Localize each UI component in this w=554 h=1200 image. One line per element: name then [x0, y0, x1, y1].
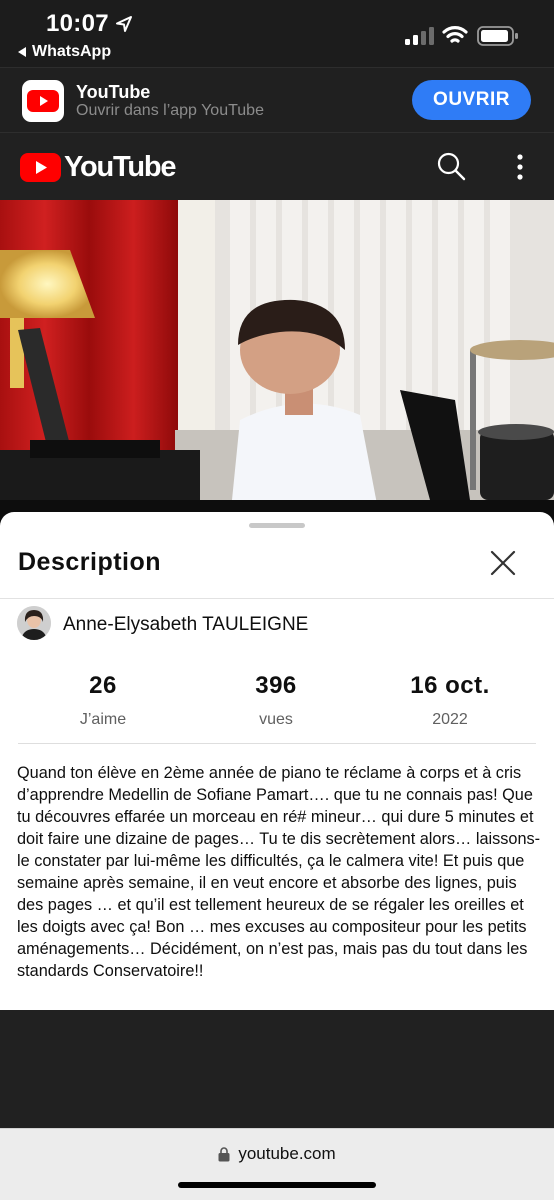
url-display[interactable]: youtube.com — [0, 1144, 554, 1164]
drag-handle[interactable] — [249, 523, 305, 528]
back-to-app-link[interactable]: WhatsApp — [18, 43, 111, 61]
url-text: youtube.com — [238, 1144, 336, 1163]
stat-date: 16 oct. 2022 — [370, 672, 530, 729]
stat-value: 26 — [89, 672, 117, 699]
youtube-wordmark: YouTube — [64, 151, 177, 183]
avatar[interactable] — [17, 606, 51, 640]
back-arrow-icon — [18, 47, 26, 57]
video-player[interactable] — [0, 200, 554, 520]
browser-url-bar[interactable]: youtube.com — [0, 1128, 554, 1200]
smart-app-banner: YouTube Ouvrir dans l’app YouTube OUVRIR — [0, 67, 554, 132]
youtube-logo[interactable]: YouTube — [20, 151, 177, 184]
close-icon[interactable] — [488, 548, 518, 578]
description-text: Quand ton élève en 2ème année de piano t… — [17, 764, 541, 980]
youtube-play-icon — [20, 153, 61, 182]
stat-value: 16 oct. — [410, 672, 490, 699]
header-divider — [0, 598, 554, 599]
more-vert-icon[interactable] — [508, 153, 532, 181]
sheet-title: Description — [18, 548, 162, 576]
status-bar: 10:07 WhatsApp — [0, 0, 554, 67]
banner-subtitle: Ouvrir dans l’app YouTube — [76, 102, 264, 119]
banner-title: YouTube — [76, 82, 151, 102]
search-icon[interactable] — [436, 151, 466, 181]
back-app-label: WhatsApp — [32, 43, 112, 60]
stat-label: J’aime — [79, 711, 127, 728]
stats-divider — [18, 743, 536, 744]
youtube-header: YouTube — [0, 132, 554, 200]
location-arrow-icon — [116, 16, 132, 32]
channel-name[interactable]: Anne-Elysabeth TAULEIGNE — [63, 614, 308, 636]
stat-label: vues — [259, 711, 293, 728]
youtube-app-icon — [22, 80, 64, 122]
home-indicator[interactable] — [178, 1182, 376, 1188]
description-sheet: Description Anne-Elysabeth TAULEIGNE 26 … — [0, 512, 554, 1010]
battery-icon — [477, 26, 518, 46]
stat-label: 2022 — [432, 711, 468, 728]
status-time: 10:07 — [46, 10, 109, 37]
open-in-app-button[interactable]: OUVRIR — [412, 80, 531, 120]
lock-icon — [218, 1146, 230, 1161]
stats-row: 26 J’aime 396 vues 16 oct. 2022 — [0, 672, 554, 732]
page-background — [0, 1010, 554, 1128]
wifi-icon — [442, 26, 468, 43]
signal-icon — [405, 27, 434, 45]
stat-likes: 26 J’aime — [23, 672, 183, 729]
stat-views: 396 vues — [196, 672, 356, 729]
stat-value: 396 — [255, 672, 297, 699]
